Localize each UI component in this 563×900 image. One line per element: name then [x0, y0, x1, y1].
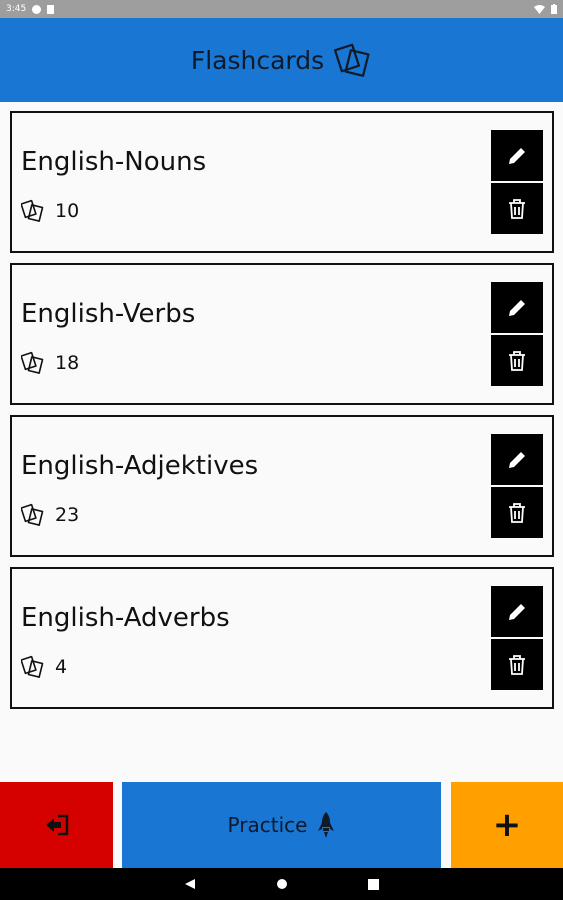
pencil-icon	[509, 603, 525, 620]
system-nav-bar	[0, 868, 563, 900]
deck-count: 4	[21, 655, 67, 679]
delete-button[interactable]	[491, 335, 543, 386]
battery-icon	[551, 4, 557, 14]
add-label: +	[492, 805, 522, 845]
deck-name: English-Adjektives	[21, 451, 259, 481]
back-icon[interactable]	[184, 878, 196, 890]
card-count: 4	[55, 656, 68, 678]
edit-button[interactable]	[491, 434, 543, 485]
cards-icon	[21, 503, 44, 526]
wifi-icon	[534, 4, 545, 14]
cards-icon	[334, 43, 370, 77]
exit-button[interactable]	[0, 782, 113, 868]
card-count: 10	[55, 200, 80, 222]
deck-count: 18	[21, 351, 79, 375]
rocket-icon	[318, 812, 335, 838]
trash-icon	[509, 654, 525, 675]
edit-button[interactable]	[491, 130, 543, 181]
pencil-icon	[509, 451, 525, 468]
deck-card[interactable]: English-Adjektives 23	[10, 415, 554, 557]
edit-button[interactable]	[491, 586, 543, 637]
deck-count: 23	[21, 503, 79, 527]
recents-icon[interactable]	[368, 878, 379, 890]
delete-button[interactable]	[491, 639, 543, 690]
card-count: 18	[55, 352, 80, 374]
deck-card[interactable]: English-Nouns 10	[10, 111, 554, 253]
practice-label: Practice	[227, 813, 308, 837]
add-deck-button[interactable]: +	[451, 782, 563, 868]
deck-count: 10	[21, 199, 79, 223]
cards-icon	[21, 351, 44, 374]
deck-actions	[491, 130, 543, 234]
deck-card[interactable]: English-Adverbs 4	[10, 567, 554, 709]
deck-name: English-Adverbs	[21, 603, 230, 633]
trash-icon	[509, 350, 525, 371]
bottom-action-bar: Practice +	[0, 782, 563, 868]
pencil-icon	[509, 147, 525, 164]
deck-name: English-Verbs	[21, 299, 196, 329]
delete-button[interactable]	[491, 183, 543, 234]
practice-button[interactable]: Practice	[122, 782, 441, 868]
trash-icon	[509, 198, 525, 219]
status-bar: 3:45	[0, 0, 563, 18]
sim-icon	[47, 4, 55, 14]
card-count: 23	[55, 504, 80, 526]
deck-actions	[491, 586, 543, 690]
status-time: 3:45	[6, 4, 27, 14]
deck-name: English-Nouns	[21, 147, 207, 177]
app-title: Flashcards	[190, 45, 325, 75]
deck-list: English-Nouns 10 English-Verbs 18 Englis…	[10, 111, 554, 719]
notification-icon	[32, 4, 42, 14]
pencil-icon	[509, 299, 525, 316]
home-icon[interactable]	[276, 878, 288, 890]
edit-button[interactable]	[491, 282, 543, 333]
cards-icon	[21, 199, 44, 222]
logout-icon	[45, 814, 68, 836]
cards-icon	[21, 655, 44, 678]
deck-actions	[491, 434, 543, 538]
deck-actions	[491, 282, 543, 386]
trash-icon	[509, 502, 525, 523]
delete-button[interactable]	[491, 487, 543, 538]
app-bar: Flashcards	[0, 18, 563, 102]
deck-card[interactable]: English-Verbs 18	[10, 263, 554, 405]
